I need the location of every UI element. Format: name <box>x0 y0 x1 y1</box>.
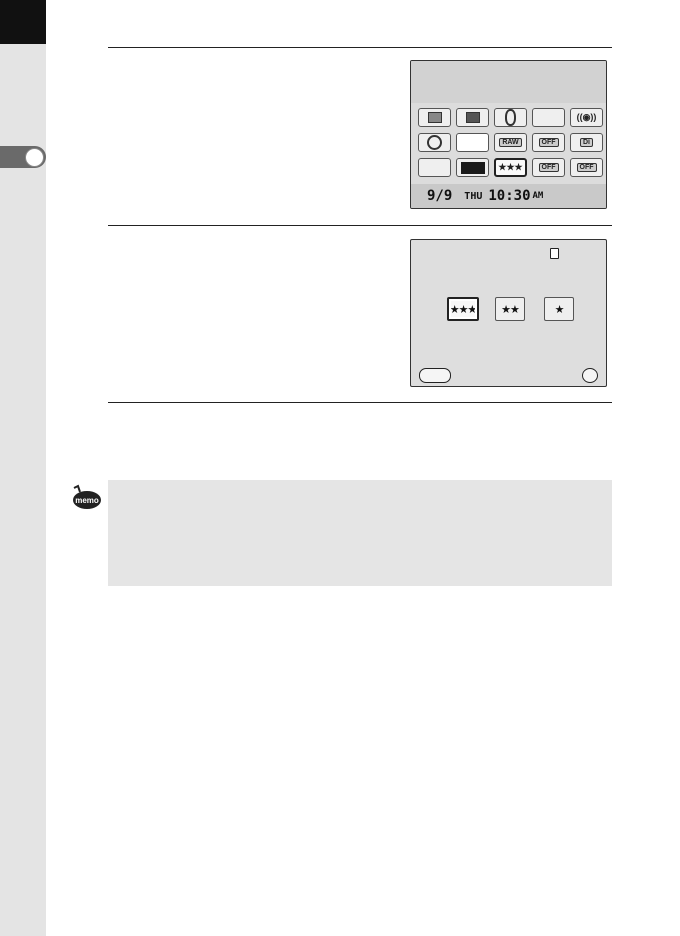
ampm-readout: AM <box>532 191 544 201</box>
sd-card-icon <box>550 248 559 259</box>
shake-reduction-icon[interactable]: ((◉)) <box>570 108 603 127</box>
metering-icon[interactable] <box>418 133 451 152</box>
memo-icon: memo <box>73 484 101 509</box>
step-divider <box>108 47 612 48</box>
day-readout: THU <box>464 190 483 202</box>
format-icon[interactable]: RAW <box>494 133 527 152</box>
menu-button-icon[interactable] <box>419 368 451 383</box>
lens-icon[interactable] <box>494 108 527 127</box>
frame-icon[interactable] <box>456 108 489 127</box>
color-swatch[interactable] <box>456 158 489 177</box>
side-strip <box>0 0 46 936</box>
memo-box <box>108 480 612 586</box>
blank-cell[interactable] <box>418 158 451 177</box>
rating-screen: ★★★ ★★ ★ <box>410 239 607 387</box>
chapter-tab <box>0 146 46 168</box>
time-readout: 10:30 <box>488 188 531 204</box>
blank-cell[interactable] <box>456 133 489 152</box>
rating-option-3[interactable]: ★★★ <box>447 297 479 321</box>
custom-image-icon[interactable] <box>418 108 451 127</box>
status-bar: 9/9 THU 10:30 AM <box>411 184 606 208</box>
off-icon[interactable]: OFF <box>532 158 565 177</box>
step-divider <box>108 225 612 226</box>
date-readout: 9/9 <box>427 188 453 204</box>
rating-option-1[interactable]: ★ <box>544 297 574 321</box>
quality-stars: ★★★ <box>498 162 523 172</box>
control-panel-header <box>411 61 606 103</box>
blank-cell[interactable] <box>532 108 565 127</box>
memo-label: memo <box>75 496 99 505</box>
digital-filter-icon[interactable]: Dí <box>570 133 603 152</box>
quality-icon[interactable]: ★★★ <box>494 158 527 177</box>
off-label: OFF <box>538 163 559 172</box>
chapter-marker <box>0 0 46 44</box>
control-panel-screen: ((◉)) RAW OFF Dí ★★★ OFF OFF 9/9 THU 10:… <box>410 60 607 209</box>
chapter-dot <box>25 148 44 167</box>
off-label: OFF <box>576 163 597 172</box>
step-divider <box>108 402 612 403</box>
off-label: OFF <box>538 138 559 147</box>
rating-option-2[interactable]: ★★ <box>495 297 525 321</box>
off-icon[interactable]: OFF <box>570 158 603 177</box>
ok-button-icon[interactable] <box>582 368 598 383</box>
off-icon[interactable]: OFF <box>532 133 565 152</box>
